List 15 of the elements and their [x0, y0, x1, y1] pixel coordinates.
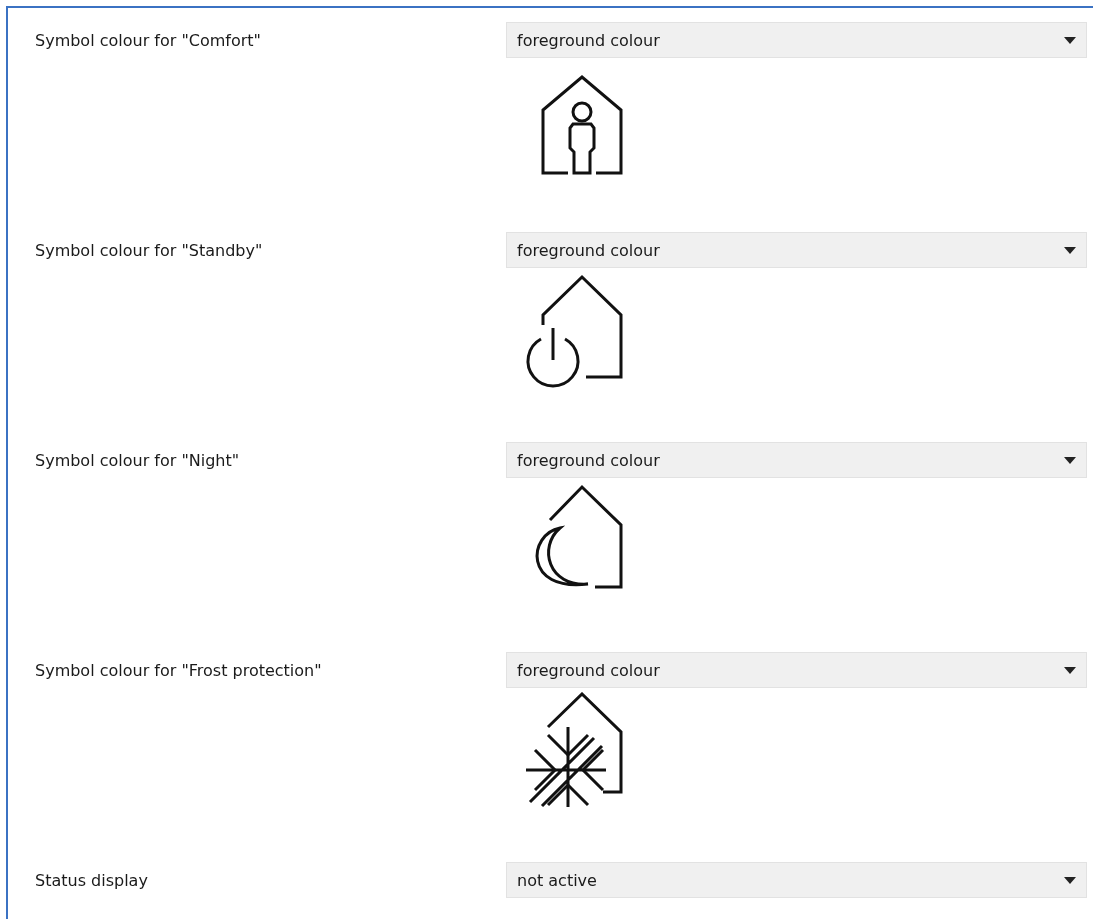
setting-label: Symbol colour for "Standby" — [35, 240, 263, 260]
dropdown[interactable]: not active — [506, 862, 1087, 898]
setting-label: Symbol colour for "Frost protection" — [35, 660, 322, 680]
caret-icon — [1064, 876, 1076, 884]
caret-icon — [1064, 456, 1076, 464]
dropdown[interactable]: foreground colour — [506, 22, 1087, 58]
dropdown[interactable]: foreground colour — [506, 442, 1087, 478]
dropdown[interactable]: foreground colour — [506, 232, 1087, 268]
setting-label: Symbol colour for "Comfort" — [35, 30, 261, 50]
caret-icon — [1064, 36, 1076, 44]
setting-label: Symbol colour for "Night" — [35, 450, 240, 470]
setting-label: Status display — [35, 870, 148, 890]
caret-icon — [1064, 246, 1076, 254]
caret-icon — [1064, 666, 1076, 674]
dropdown[interactable]: foreground colour — [506, 652, 1087, 688]
